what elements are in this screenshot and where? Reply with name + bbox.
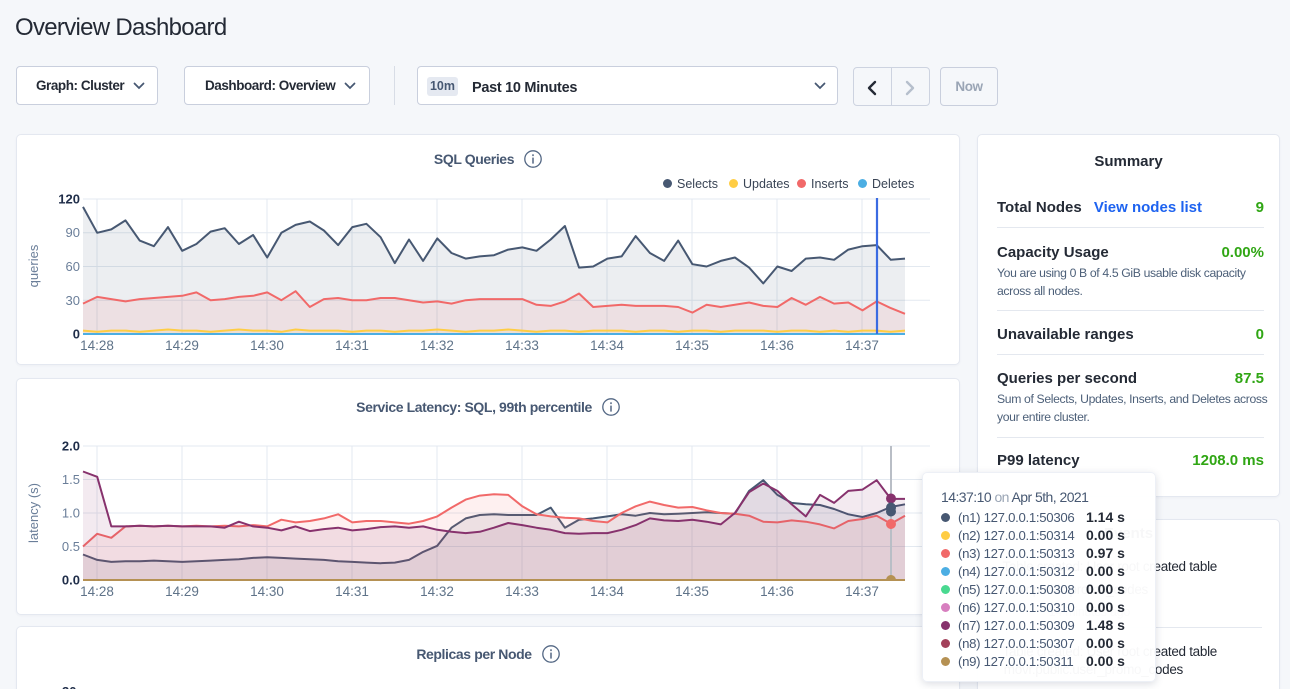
svg-text:90: 90 bbox=[66, 225, 80, 240]
svg-text:14:31: 14:31 bbox=[335, 338, 369, 353]
svg-text:queries: queries bbox=[26, 244, 41, 287]
svg-text:14:37: 14:37 bbox=[845, 338, 879, 353]
svg-text:1.0: 1.0 bbox=[62, 506, 80, 521]
svg-text:1.5: 1.5 bbox=[62, 472, 80, 487]
svg-text:14:36: 14:36 bbox=[760, 338, 794, 353]
svg-text:2.0: 2.0 bbox=[62, 439, 80, 454]
svg-text:14:33: 14:33 bbox=[505, 338, 539, 353]
svg-text:14:30: 14:30 bbox=[250, 584, 284, 599]
svg-text:14:36: 14:36 bbox=[760, 584, 794, 599]
svg-text:120: 120 bbox=[58, 192, 80, 207]
svg-text:latency (s): latency (s) bbox=[26, 483, 41, 543]
svg-text:14:32: 14:32 bbox=[420, 584, 454, 599]
svg-text:14:32: 14:32 bbox=[420, 338, 454, 353]
svg-text:14:33: 14:33 bbox=[505, 584, 539, 599]
svg-text:14:35: 14:35 bbox=[675, 584, 709, 599]
svg-text:14:34: 14:34 bbox=[590, 338, 624, 353]
svg-text:14:28: 14:28 bbox=[80, 584, 114, 599]
svg-text:14:28: 14:28 bbox=[80, 338, 114, 353]
svg-text:14:29: 14:29 bbox=[165, 338, 199, 353]
svg-text:14:37: 14:37 bbox=[845, 584, 879, 599]
svg-text:30: 30 bbox=[66, 293, 80, 308]
svg-text:14:35: 14:35 bbox=[675, 338, 709, 353]
svg-text:14:34: 14:34 bbox=[590, 584, 624, 599]
svg-text:0.0: 0.0 bbox=[62, 573, 80, 588]
svg-text:60: 60 bbox=[66, 259, 80, 274]
svg-text:14:29: 14:29 bbox=[165, 584, 199, 599]
svg-text:0: 0 bbox=[73, 327, 80, 342]
svg-text:0.5: 0.5 bbox=[62, 539, 80, 554]
svg-text:14:30: 14:30 bbox=[250, 338, 284, 353]
svg-text:14:31: 14:31 bbox=[335, 584, 369, 599]
